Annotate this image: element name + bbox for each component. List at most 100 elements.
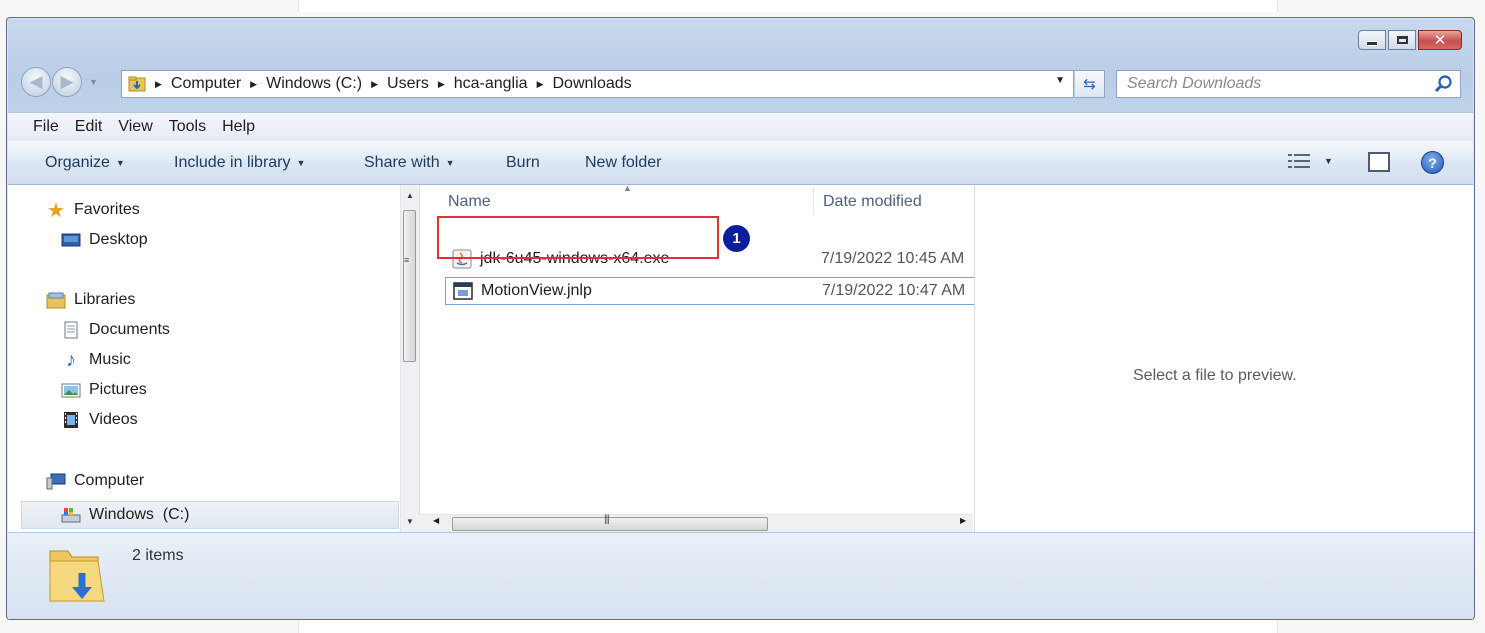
breadcrumb-downloads[interactable]: Downloads (552, 75, 631, 93)
scroll-up-icon[interactable]: ▲ (406, 191, 414, 200)
item-count: 2 items (132, 547, 184, 564)
scrollbar-thumb[interactable] (452, 517, 768, 531)
breadcrumb-windows-c[interactable]: Windows (C:) (266, 75, 362, 93)
background-window-strip-bottom (298, 620, 1278, 633)
file-name: MotionView.jnlp (481, 282, 592, 299)
documents-icon (64, 321, 78, 339)
organize-button[interactable]: Organize ▼ (45, 141, 125, 184)
column-header-row: ▲ Name Date modified (420, 183, 974, 217)
breadcrumb-users[interactable]: Users (387, 75, 429, 93)
breadcrumb-hca-anglia[interactable]: hca-anglia (454, 75, 528, 93)
scrollbar-grip-icon: ||| (604, 514, 610, 525)
nav-item-music[interactable]: ♪ Music (61, 348, 131, 371)
back-button[interactable]: ◀ (21, 67, 51, 97)
nav-item-videos[interactable]: Videos (61, 411, 138, 429)
recent-pages-dropdown-icon[interactable]: ▼ (89, 77, 98, 87)
navigation-pane: ★ Favorites Desktop Libraries Documents … (8, 185, 400, 532)
forward-arrow-icon: ▶ (60, 72, 74, 91)
sort-ascending-icon: ▲ (623, 183, 632, 193)
nav-item-label: Music (89, 351, 131, 368)
maximize-icon (1396, 36, 1408, 44)
refresh-button[interactable]: ⇆ (1075, 70, 1105, 98)
search-box[interactable]: Search Downloads (1116, 70, 1461, 98)
computer-icon (46, 473, 66, 490)
column-header-name[interactable]: Name (448, 193, 491, 211)
nav-item-windows-c[interactable]: Windows (C:) (21, 501, 399, 529)
menu-help[interactable]: Help (222, 118, 255, 136)
breadcrumb-computer[interactable]: Computer (171, 75, 241, 93)
caption-buttons: ✕ (1358, 30, 1462, 50)
search-placeholder: Search Downloads (1127, 75, 1262, 92)
nav-item-documents[interactable]: Documents (61, 321, 170, 339)
scrollbar-thumb[interactable] (403, 210, 416, 362)
burn-button[interactable]: Burn (506, 141, 540, 184)
menu-file[interactable]: File (33, 118, 59, 136)
command-bar: Organize ▼ Include in library ▼ Share with… (8, 141, 1473, 185)
nav-libraries[interactable]: Libraries (46, 291, 135, 309)
file-date-modified: 7/19/2022 10:45 AM (821, 250, 965, 267)
refresh-icon: ⇆ (1083, 76, 1096, 93)
address-dropdown-icon[interactable]: ▼ (1055, 75, 1065, 86)
chevron-down-icon: ▼ (296, 157, 306, 168)
scroll-down-icon[interactable]: ▼ (406, 517, 414, 526)
close-button[interactable]: ✕ (1418, 30, 1462, 50)
drive-icon (61, 508, 81, 523)
nav-item-pictures[interactable]: Pictures (61, 381, 147, 399)
include-in-library-label: Include in library (174, 153, 291, 171)
downloads-folder-icon (128, 76, 146, 92)
burn-label: Burn (506, 153, 540, 171)
file-row-motionview[interactable]: MotionView.jnlp 7/19/2022 10:47 AM (445, 277, 975, 305)
scrollbar-grip-icon: ≡ (404, 255, 410, 265)
forward-button[interactable]: ▶ (52, 67, 82, 97)
share-with-button[interactable]: Share with ▼ (364, 141, 455, 184)
maximize-button[interactable] (1388, 30, 1416, 50)
highlight-box (437, 216, 719, 259)
preview-pane-button[interactable] (1368, 152, 1390, 172)
chevron-down-icon: ▼ (445, 157, 455, 168)
scroll-left-icon[interactable]: ◀ (433, 516, 439, 525)
menu-bar: File Edit View Tools Help (8, 112, 1473, 141)
explorer-window: ✕ ◀ ▶ ▼ ▶ Computer ▶ Windows (C:) ▶ User… (6, 17, 1475, 620)
breadcrumb-separator-icon[interactable]: ▶ (250, 79, 257, 90)
column-header-date-modified[interactable]: Date modified (823, 193, 922, 211)
column-divider[interactable] (813, 187, 814, 215)
help-icon: ? (1428, 154, 1437, 171)
menu-edit[interactable]: Edit (75, 118, 103, 136)
nav-favorites-label: Favorites (74, 201, 140, 218)
scroll-right-icon[interactable]: ▶ (960, 516, 966, 525)
preview-pane: Select a file to preview. (974, 185, 1474, 532)
menu-tools[interactable]: Tools (169, 118, 206, 136)
music-icon: ♪ (66, 348, 76, 371)
nav-favorites[interactable]: ★ Favorites (46, 200, 140, 222)
background-window-strip (298, 0, 1278, 12)
minimize-icon (1366, 40, 1378, 46)
breadcrumb-separator-icon[interactable]: ▶ (371, 79, 378, 90)
details-pane: 2 items (8, 532, 1473, 619)
minimize-button[interactable] (1358, 30, 1386, 50)
breadcrumb-separator-icon[interactable]: ▶ (155, 79, 162, 90)
view-options-chevron-icon[interactable]: ▼ (1324, 156, 1333, 166)
organize-label: Organize (45, 153, 110, 171)
chevron-down-icon: ▼ (115, 157, 125, 168)
help-button[interactable]: ? (1421, 151, 1444, 174)
nav-pane-scrollbar[interactable]: ▲ ≡ ▼ (400, 185, 419, 532)
breadcrumb-separator-icon[interactable]: ▶ (537, 79, 544, 90)
nav-computer[interactable]: Computer (46, 472, 144, 490)
address-bar[interactable]: ▶ Computer ▶ Windows (C:) ▶ Users ▶ hca-… (121, 70, 1074, 98)
change-view-button[interactable]: ▼ (1288, 153, 1333, 169)
file-list-horizontal-scrollbar[interactable]: ◀ ||| ▶ (419, 514, 973, 533)
nav-item-label: Videos (89, 411, 138, 428)
nav-item-desktop[interactable]: Desktop (61, 231, 148, 249)
breadcrumb: ▶ Computer ▶ Windows (C:) ▶ Users ▶ hca-… (146, 75, 632, 93)
videos-icon (64, 412, 78, 428)
search-icon[interactable] (1434, 74, 1454, 94)
details-view-icon (1288, 154, 1310, 168)
preview-message: Select a file to preview. (1133, 367, 1297, 384)
breadcrumb-separator-icon[interactable]: ▶ (438, 79, 445, 90)
menu-view[interactable]: View (118, 118, 152, 136)
desktop-icon (61, 233, 81, 247)
libraries-icon (46, 292, 66, 309)
pictures-icon (61, 383, 81, 398)
include-in-library-button[interactable]: Include in library ▼ (174, 141, 305, 184)
new-folder-button[interactable]: New folder (585, 141, 661, 184)
